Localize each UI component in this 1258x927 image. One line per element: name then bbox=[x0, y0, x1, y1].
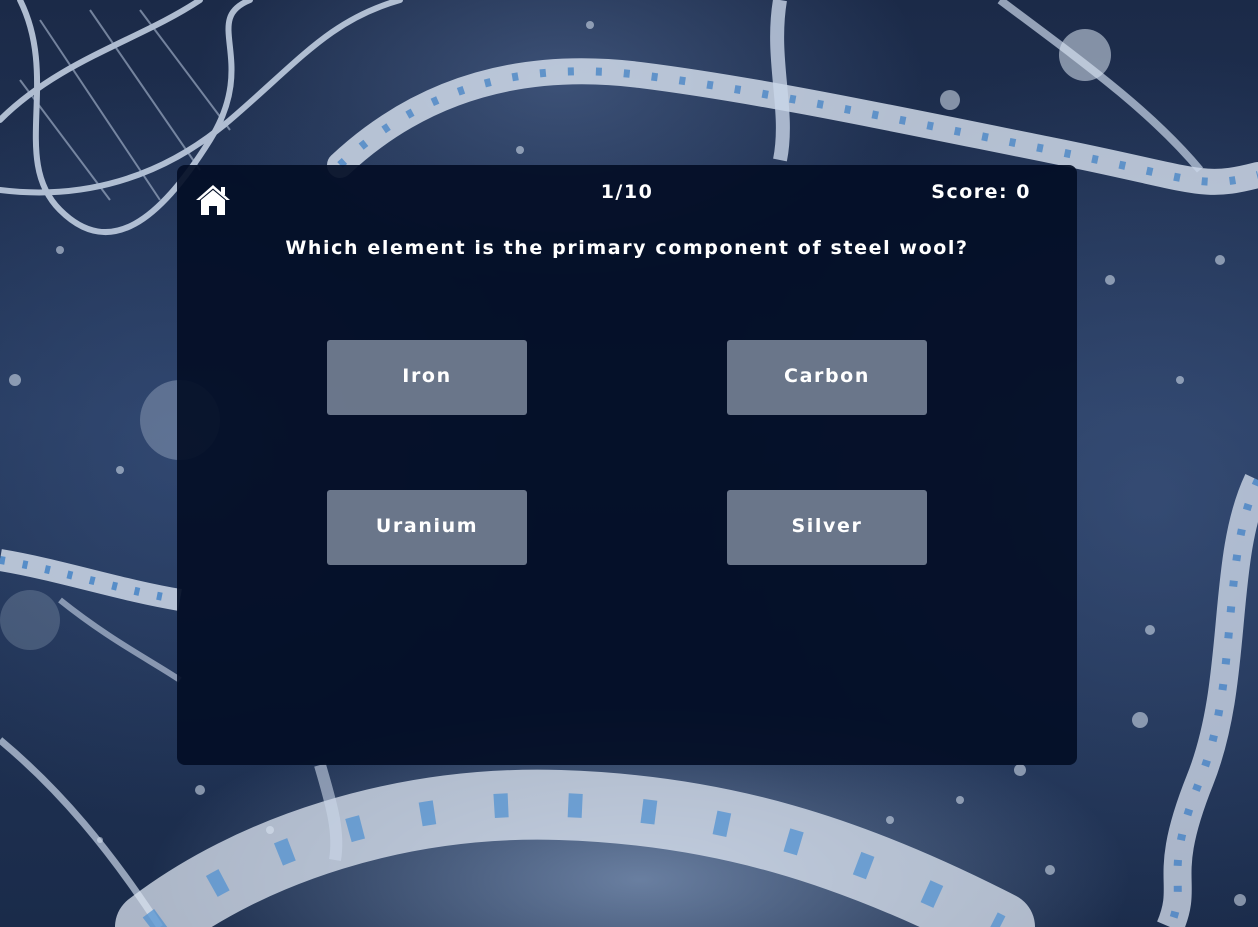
answer-button-iron[interactable]: Iron bbox=[327, 340, 527, 415]
answer-label: Carbon bbox=[784, 364, 870, 387]
answer-button-silver[interactable]: Silver bbox=[727, 490, 927, 565]
score-display: Score: 0 bbox=[931, 181, 1031, 203]
question-progress: 1/10 bbox=[600, 181, 654, 203]
home-icon bbox=[196, 185, 230, 215]
quiz-card: 1/10 Score: 0 Which element is the prima… bbox=[177, 165, 1077, 765]
game-screen: 1/10 Score: 0 Which element is the prima… bbox=[0, 0, 1258, 927]
answer-button-carbon[interactable]: Carbon bbox=[727, 340, 927, 415]
answer-label: Uranium bbox=[375, 514, 479, 537]
answer-label: Silver bbox=[791, 514, 863, 537]
question-text: Which element is the primary component o… bbox=[285, 237, 969, 259]
home-button[interactable] bbox=[194, 183, 232, 217]
answer-label: Iron bbox=[402, 364, 452, 387]
answer-button-uranium[interactable]: Uranium bbox=[327, 490, 527, 565]
